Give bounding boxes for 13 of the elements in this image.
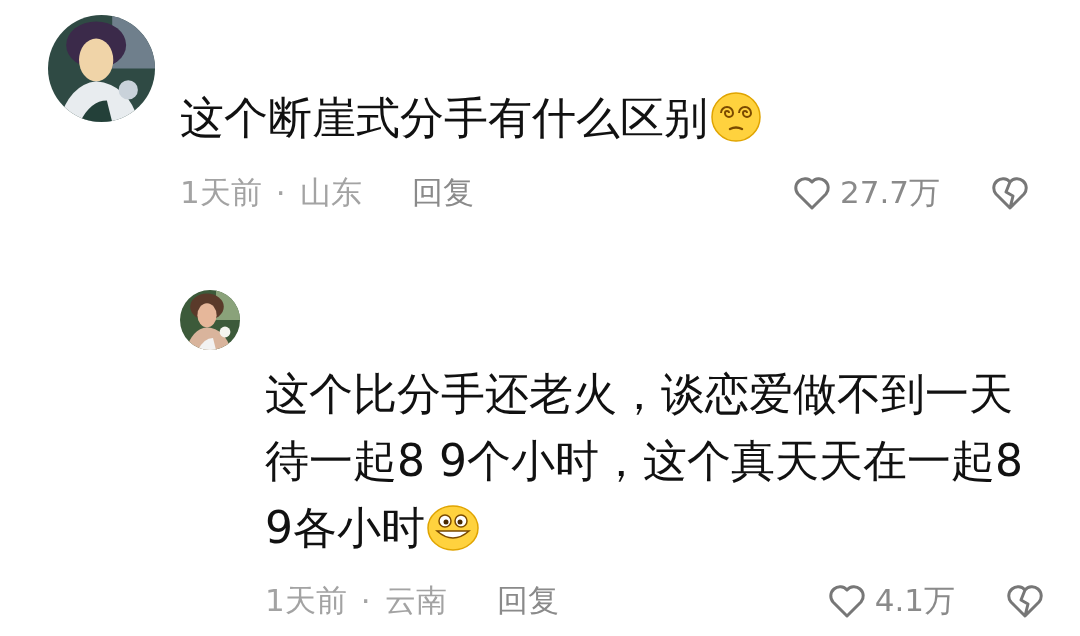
reply-link[interactable]: 回复 <box>496 580 559 622</box>
like-count: 27.7万 <box>839 173 940 212</box>
comment-text: 这个比分手还老火，谈恋爱做不到一天待一起8 9个小时，这个真天天在一起8 9各小时 <box>265 367 1024 555</box>
like-count: 4.1万 <box>874 581 955 620</box>
separator-dot: · <box>360 583 371 619</box>
location: 山东 <box>299 173 362 212</box>
timestamp: 1天前 <box>265 581 347 620</box>
timestamp: 1天前 <box>180 173 262 212</box>
dizzy-face-icon <box>710 91 762 143</box>
reply-link[interactable]: 回复 <box>411 172 474 214</box>
separator-dot: · <box>275 175 286 211</box>
location: 云南 <box>384 581 447 620</box>
comment-text: 这个断崖式分手有什么区别 <box>180 91 1030 143</box>
